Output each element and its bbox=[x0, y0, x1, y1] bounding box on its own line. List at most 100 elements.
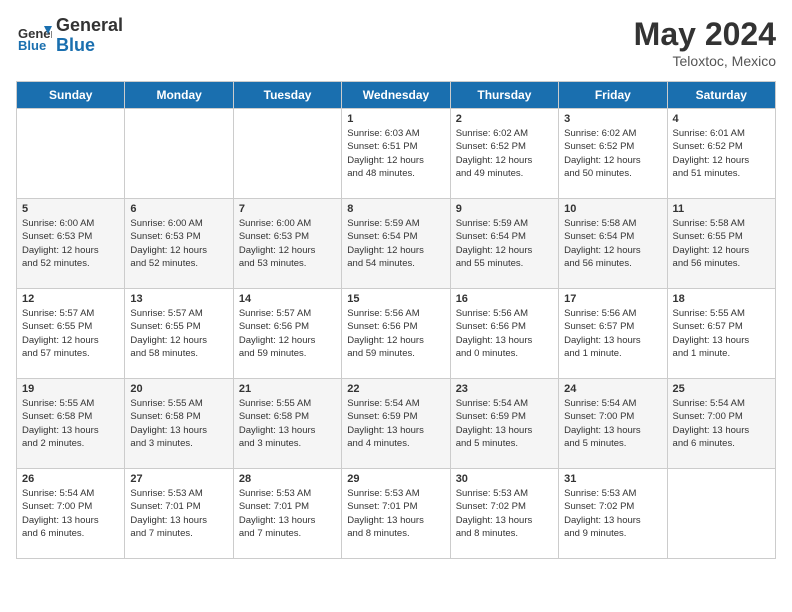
title-block: May 2024 Teloxtoc, Mexico bbox=[634, 16, 776, 69]
day-number: 14 bbox=[239, 293, 336, 305]
week-row-5: 26 Sunrise: 5:54 AM Sunset: 7:00 PM Dayli… bbox=[17, 469, 776, 559]
day-detail: Sunrise: 6:02 AM Sunset: 6:52 PM Dayligh… bbox=[456, 127, 553, 180]
day-number: 31 bbox=[564, 473, 661, 485]
calendar-cell: 12 Sunrise: 5:57 AM Sunset: 6:55 PM Dayli… bbox=[17, 289, 125, 379]
day-detail: Sunrise: 5:56 AM Sunset: 6:56 PM Dayligh… bbox=[347, 307, 444, 360]
week-row-1: 1Sunrise: 6:03 AM Sunset: 6:51 PM Daylig… bbox=[17, 109, 776, 199]
day-number: 22 bbox=[347, 383, 444, 395]
logo: General Blue General Blue bbox=[16, 16, 123, 56]
day-number: 8 bbox=[347, 203, 444, 215]
calendar-cell: 29 Sunrise: 5:53 AM Sunset: 7:01 PM Dayli… bbox=[342, 469, 450, 559]
day-detail: Sunrise: 5:58 AM Sunset: 6:55 PM Dayligh… bbox=[673, 217, 770, 270]
calendar-cell: 18 Sunrise: 5:55 AM Sunset: 6:57 PM Dayli… bbox=[667, 289, 775, 379]
day-detail: Sunrise: 5:57 AM Sunset: 6:56 PM Dayligh… bbox=[239, 307, 336, 360]
day-detail: Sunrise: 5:53 AM Sunset: 7:01 PM Dayligh… bbox=[347, 487, 444, 540]
day-detail: Sunrise: 5:54 AM Sunset: 6:59 PM Dayligh… bbox=[456, 397, 553, 450]
day-number: 24 bbox=[564, 383, 661, 395]
day-number: 1 bbox=[347, 113, 444, 125]
calendar-cell: 27 Sunrise: 5:53 AM Sunset: 7:01 PM Dayli… bbox=[125, 469, 233, 559]
day-detail: Sunrise: 5:53 AM Sunset: 7:02 PM Dayligh… bbox=[564, 487, 661, 540]
day-number: 9 bbox=[456, 203, 553, 215]
day-number: 19 bbox=[22, 383, 119, 395]
day-detail: Sunrise: 5:58 AM Sunset: 6:54 PM Dayligh… bbox=[564, 217, 661, 270]
calendar-cell: 30Sunrise: 5:53 AM Sunset: 7:02 PM Dayli… bbox=[450, 469, 558, 559]
calendar-cell: 16 Sunrise: 5:56 AM Sunset: 6:56 PM Dayli… bbox=[450, 289, 558, 379]
logo-text: General Blue bbox=[56, 16, 123, 56]
day-header-wednesday: Wednesday bbox=[342, 82, 450, 109]
day-detail: Sunrise: 5:55 AM Sunset: 6:58 PM Dayligh… bbox=[239, 397, 336, 450]
day-detail: Sunrise: 6:00 AM Sunset: 6:53 PM Dayligh… bbox=[22, 217, 119, 270]
day-detail: Sunrise: 5:53 AM Sunset: 7:01 PM Dayligh… bbox=[130, 487, 227, 540]
day-detail: Sunrise: 5:59 AM Sunset: 6:54 PM Dayligh… bbox=[456, 217, 553, 270]
calendar-cell: 20Sunrise: 5:55 AM Sunset: 6:58 PM Dayli… bbox=[125, 379, 233, 469]
page-header: General Blue General Blue May 2024 Telox… bbox=[16, 16, 776, 69]
day-number: 26 bbox=[22, 473, 119, 485]
calendar-cell bbox=[17, 109, 125, 199]
day-detail: Sunrise: 5:59 AM Sunset: 6:54 PM Dayligh… bbox=[347, 217, 444, 270]
calendar-cell: 23 Sunrise: 5:54 AM Sunset: 6:59 PM Dayli… bbox=[450, 379, 558, 469]
day-number: 29 bbox=[347, 473, 444, 485]
calendar-body: 1Sunrise: 6:03 AM Sunset: 6:51 PM Daylig… bbox=[17, 109, 776, 559]
day-number: 4 bbox=[673, 113, 770, 125]
day-number: 6 bbox=[130, 203, 227, 215]
day-header-saturday: Saturday bbox=[667, 82, 775, 109]
day-number: 13 bbox=[130, 293, 227, 305]
week-row-2: 5 Sunrise: 6:00 AM Sunset: 6:53 PM Daylig… bbox=[17, 199, 776, 289]
calendar-cell: 24 Sunrise: 5:54 AM Sunset: 7:00 PM Dayli… bbox=[559, 379, 667, 469]
day-detail: Sunrise: 5:54 AM Sunset: 7:00 PM Dayligh… bbox=[22, 487, 119, 540]
calendar-cell: 7 Sunrise: 6:00 AM Sunset: 6:53 PM Daylig… bbox=[233, 199, 341, 289]
day-number: 18 bbox=[673, 293, 770, 305]
calendar-cell: 5 Sunrise: 6:00 AM Sunset: 6:53 PM Daylig… bbox=[17, 199, 125, 289]
day-number: 23 bbox=[456, 383, 553, 395]
day-number: 15 bbox=[347, 293, 444, 305]
day-number: 27 bbox=[130, 473, 227, 485]
day-number: 30 bbox=[456, 473, 553, 485]
day-number: 2 bbox=[456, 113, 553, 125]
calendar-cell: 15 Sunrise: 5:56 AM Sunset: 6:56 PM Dayli… bbox=[342, 289, 450, 379]
calendar-cell: 8 Sunrise: 5:59 AM Sunset: 6:54 PM Daylig… bbox=[342, 199, 450, 289]
calendar-cell: 28 Sunrise: 5:53 AM Sunset: 7:01 PM Dayli… bbox=[233, 469, 341, 559]
day-number: 28 bbox=[239, 473, 336, 485]
day-number: 7 bbox=[239, 203, 336, 215]
day-number: 25 bbox=[673, 383, 770, 395]
calendar-cell: 14 Sunrise: 5:57 AM Sunset: 6:56 PM Dayli… bbox=[233, 289, 341, 379]
day-detail: Sunrise: 5:54 AM Sunset: 6:59 PM Dayligh… bbox=[347, 397, 444, 450]
day-detail: Sunrise: 5:55 AM Sunset: 6:57 PM Dayligh… bbox=[673, 307, 770, 360]
calendar-cell: 19Sunrise: 5:55 AM Sunset: 6:58 PM Dayli… bbox=[17, 379, 125, 469]
calendar-cell: 3Sunrise: 6:02 AM Sunset: 6:52 PM Daylig… bbox=[559, 109, 667, 199]
day-detail: Sunrise: 6:01 AM Sunset: 6:52 PM Dayligh… bbox=[673, 127, 770, 180]
calendar-cell: 9 Sunrise: 5:59 AM Sunset: 6:54 PM Daylig… bbox=[450, 199, 558, 289]
calendar-cell: 6 Sunrise: 6:00 AM Sunset: 6:53 PM Daylig… bbox=[125, 199, 233, 289]
day-number: 16 bbox=[456, 293, 553, 305]
day-number: 3 bbox=[564, 113, 661, 125]
svg-text:Blue: Blue bbox=[18, 38, 46, 53]
day-detail: Sunrise: 5:54 AM Sunset: 7:00 PM Dayligh… bbox=[673, 397, 770, 450]
calendar-cell: 31 Sunrise: 5:53 AM Sunset: 7:02 PM Dayli… bbox=[559, 469, 667, 559]
day-header-monday: Monday bbox=[125, 82, 233, 109]
calendar-cell bbox=[125, 109, 233, 199]
day-detail: Sunrise: 5:57 AM Sunset: 6:55 PM Dayligh… bbox=[22, 307, 119, 360]
calendar-cell: 25 Sunrise: 5:54 AM Sunset: 7:00 PM Dayli… bbox=[667, 379, 775, 469]
calendar-table: SundayMondayTuesdayWednesdayThursdayFrid… bbox=[16, 81, 776, 559]
day-detail: Sunrise: 5:54 AM Sunset: 7:00 PM Dayligh… bbox=[564, 397, 661, 450]
week-row-3: 12 Sunrise: 5:57 AM Sunset: 6:55 PM Dayli… bbox=[17, 289, 776, 379]
calendar-cell: 4 Sunrise: 6:01 AM Sunset: 6:52 PM Daylig… bbox=[667, 109, 775, 199]
day-detail: Sunrise: 5:56 AM Sunset: 6:56 PM Dayligh… bbox=[456, 307, 553, 360]
day-number: 5 bbox=[22, 203, 119, 215]
calendar-cell: 13Sunrise: 5:57 AM Sunset: 6:55 PM Dayli… bbox=[125, 289, 233, 379]
calendar-cell: 11Sunrise: 5:58 AM Sunset: 6:55 PM Dayli… bbox=[667, 199, 775, 289]
day-detail: Sunrise: 5:53 AM Sunset: 7:01 PM Dayligh… bbox=[239, 487, 336, 540]
calendar-cell bbox=[233, 109, 341, 199]
week-row-4: 19 Sunrise: 5:55 AM Sunset: 6:58 PM Dayli… bbox=[17, 379, 776, 469]
logo-icon: General Blue bbox=[16, 18, 52, 54]
month-year: May 2024 bbox=[634, 16, 776, 53]
calendar-cell: 26 Sunrise: 5:54 AM Sunset: 7:00 PM Dayli… bbox=[17, 469, 125, 559]
calendar-cell: 2 Sunrise: 6:02 AM Sunset: 6:52 PM Daylig… bbox=[450, 109, 558, 199]
day-number: 12 bbox=[22, 293, 119, 305]
day-detail: Sunrise: 6:00 AM Sunset: 6:53 PM Dayligh… bbox=[239, 217, 336, 270]
calendar-cell: 17Sunrise: 5:56 AM Sunset: 6:57 PM Dayli… bbox=[559, 289, 667, 379]
day-detail: Sunrise: 6:00 AM Sunset: 6:53 PM Dayligh… bbox=[130, 217, 227, 270]
day-detail: Sunrise: 5:56 AM Sunset: 6:57 PM Dayligh… bbox=[564, 307, 661, 360]
calendar-cell: 10Sunrise: 5:58 AM Sunset: 6:54 PM Dayli… bbox=[559, 199, 667, 289]
calendar-cell: 1Sunrise: 6:03 AM Sunset: 6:51 PM Daylig… bbox=[342, 109, 450, 199]
